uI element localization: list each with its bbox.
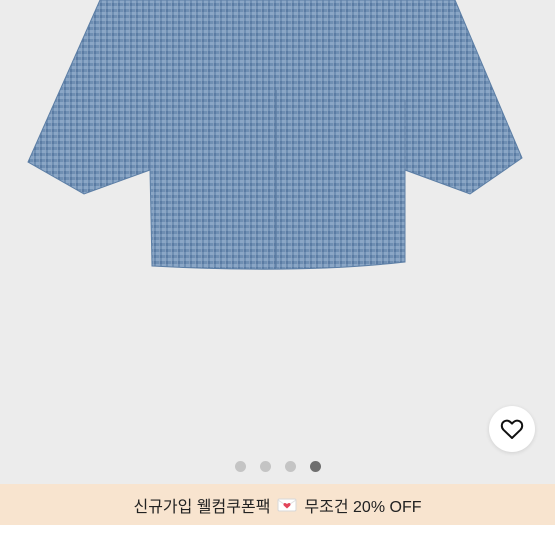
carousel-dot[interactable] xyxy=(234,461,246,472)
promo-text: 신규가입 웰컴쿠폰팩 xyxy=(133,498,271,516)
page-bottom xyxy=(0,525,555,555)
carousel-dot-active[interactable] xyxy=(309,461,321,472)
wishlist-button[interactable] xyxy=(489,406,535,452)
heart-outline-icon xyxy=(500,419,524,439)
carousel-dot[interactable] xyxy=(259,461,271,472)
product-image-carousel[interactable] xyxy=(0,0,555,484)
carousel-indicators xyxy=(0,461,555,473)
envelope-heart-icon xyxy=(277,498,297,511)
promo-banner[interactable]: 신규가입 웰컴쿠폰팩 무조건 20% OFF xyxy=(0,484,555,525)
product-image xyxy=(27,0,523,270)
carousel-dot[interactable] xyxy=(284,461,296,472)
promo-discount: 무조건 20% OFF xyxy=(304,498,422,516)
